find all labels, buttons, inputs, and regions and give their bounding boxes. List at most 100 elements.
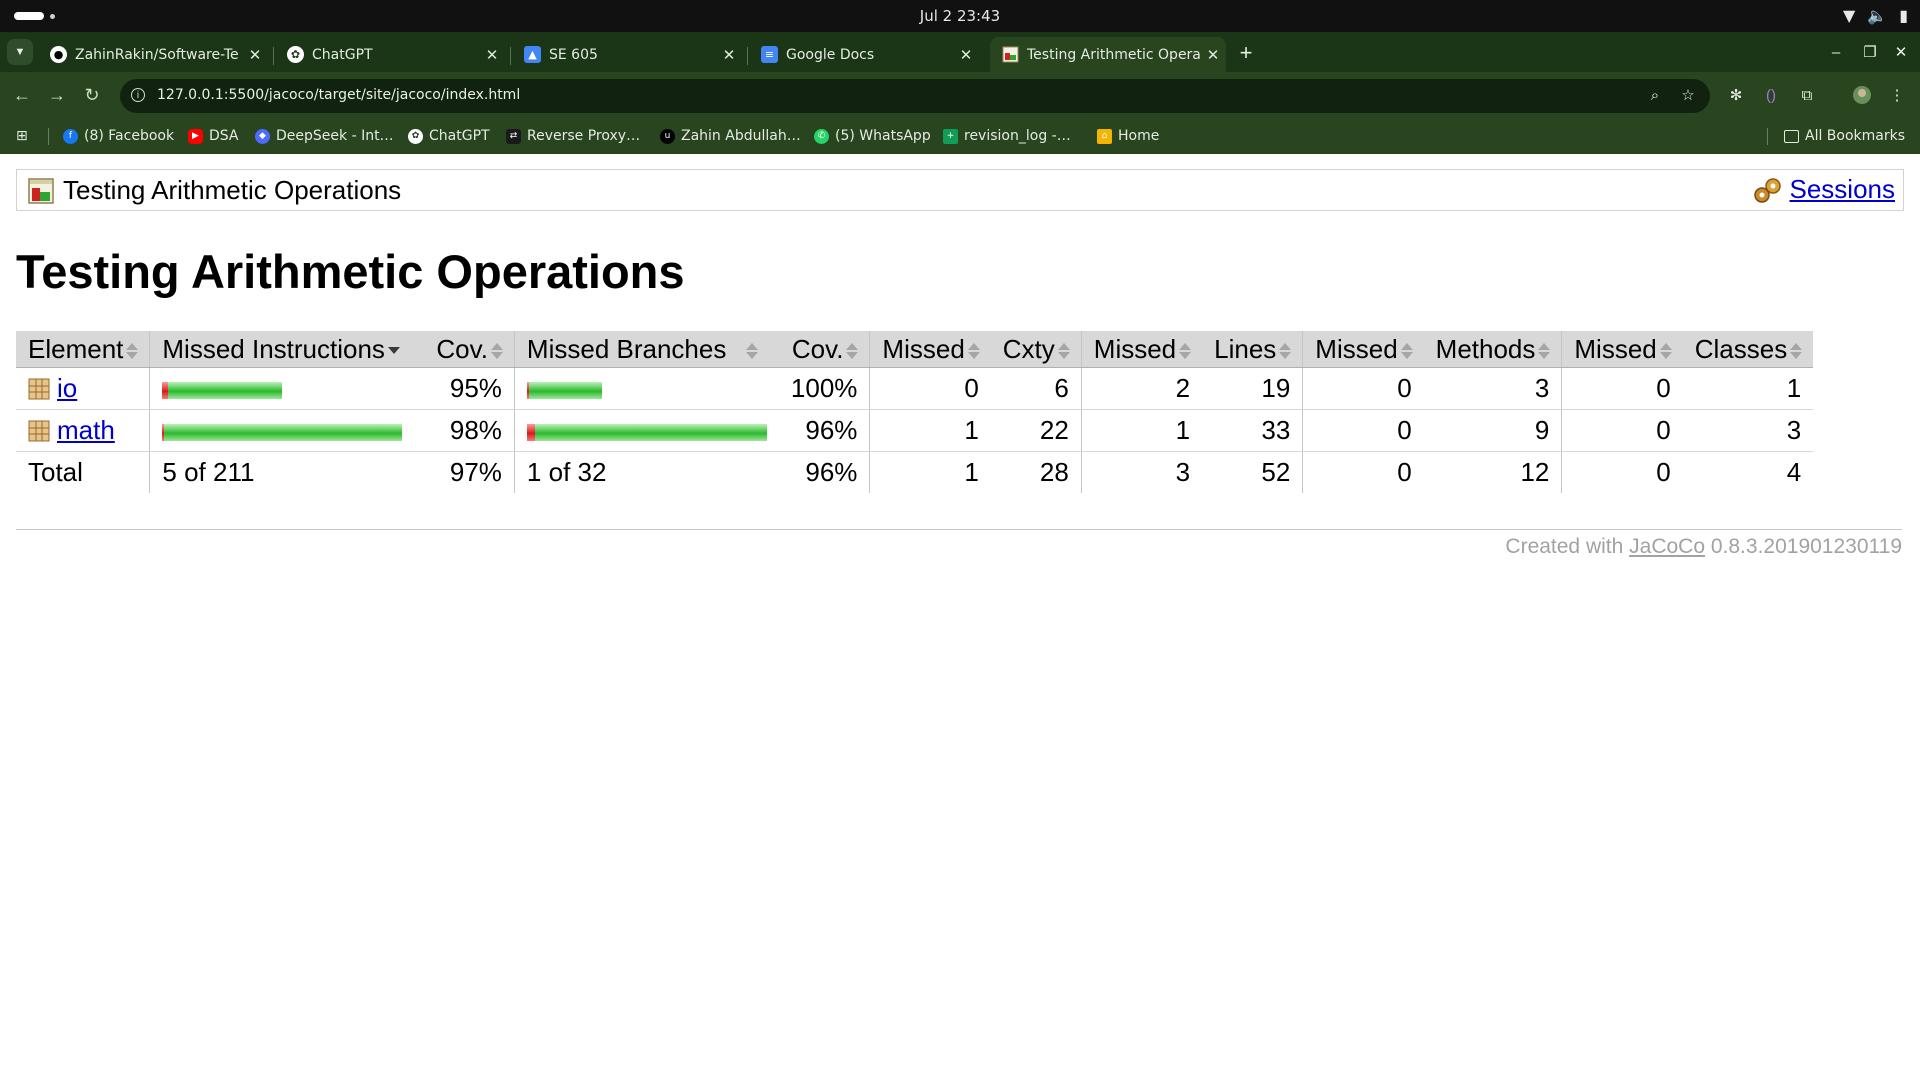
- tab-title: SE 605: [549, 46, 598, 63]
- youtube-icon: ▶: [188, 128, 203, 144]
- header-lines[interactable]: Lines: [1202, 331, 1303, 368]
- close-icon[interactable]: ✕: [479, 46, 505, 64]
- facebook-icon: f: [63, 128, 78, 144]
- profile-avatar[interactable]: [1851, 85, 1873, 107]
- bookmark-chatgpt[interactable]: ✿ ChatGPT: [408, 127, 490, 145]
- battery-icon[interactable]: ▮: [1899, 6, 1908, 25]
- cell-missed-methods: 0: [1302, 409, 1424, 452]
- wifi-icon[interactable]: ▼: [1843, 6, 1855, 25]
- close-icon[interactable]: ✕: [242, 46, 268, 64]
- package-link-io[interactable]: io: [57, 373, 77, 403]
- close-icon[interactable]: ✕: [1200, 46, 1226, 64]
- upwork-icon: u: [660, 128, 675, 144]
- bookmark-dsa[interactable]: ▶ DSA: [188, 127, 239, 145]
- bookmark-upwork[interactable]: u Zahin Abdullah…: [660, 127, 801, 145]
- covered-bar-segment: [528, 381, 602, 399]
- header-element[interactable]: Element: [16, 331, 150, 368]
- total-instructions: 5 of 211: [149, 451, 425, 493]
- extension-icon[interactable]: ✻: [1725, 85, 1747, 107]
- all-bookmarks-button[interactable]: All Bookmarks: [1784, 127, 1905, 145]
- header-missed-lines[interactable]: Missed: [1080, 331, 1203, 368]
- tab-github[interactable]: ● ZahinRakin/Software-Te ✕: [38, 37, 268, 72]
- bookmark-facebook[interactable]: f (8) Facebook: [63, 127, 174, 145]
- header-branch-coverage[interactable]: Cov.: [778, 331, 870, 368]
- bookmark-home[interactable]: ⌂ Home: [1097, 127, 1159, 145]
- package-icon: [28, 378, 50, 400]
- menu-kebab-icon[interactable]: ⋮: [1886, 85, 1908, 107]
- bookmark-label: (5) WhatsApp: [835, 128, 931, 144]
- close-icon[interactable]: ✕: [953, 46, 979, 64]
- tab-google-docs[interactable]: ≡ Google Docs ✕: [749, 37, 979, 72]
- tab-search-button[interactable]: ▼: [7, 39, 33, 65]
- maximize-button[interactable]: ❐: [1853, 37, 1887, 69]
- header-instruction-coverage[interactable]: Cov.: [424, 331, 515, 368]
- header-missed-complexity[interactable]: Missed: [869, 331, 991, 368]
- header-complexity[interactable]: Cxty: [990, 331, 1082, 368]
- tab-strip: ▼ ● ZahinRakin/Software-Te ✕ ✿ ChatGPT ✕…: [0, 32, 1920, 72]
- tab-se605[interactable]: ▲ SE 605 ✕: [512, 37, 742, 72]
- header-label: Lines: [1214, 333, 1277, 364]
- header-classes[interactable]: Classes: [1682, 331, 1814, 368]
- coverage-table: Element Missed Instructions Cov. Missed …: [16, 331, 1814, 493]
- breadcrumb-report: Testing Arithmetic Operations: [63, 175, 402, 205]
- zoom-icon[interactable]: ⌕: [1644, 85, 1666, 107]
- jacoco-link[interactable]: JaCoCo: [1629, 535, 1705, 558]
- header-label: Missed Instructions: [162, 333, 385, 364]
- header-missed-methods[interactable]: Missed: [1302, 331, 1424, 368]
- sort-icon: [490, 342, 503, 359]
- back-button[interactable]: ←: [7, 80, 37, 110]
- cell-branch-coverage: 96%: [778, 409, 870, 452]
- close-icon[interactable]: ✕: [716, 46, 742, 64]
- home-icon: ⌂: [1097, 128, 1112, 144]
- sort-icon: [126, 342, 139, 359]
- cell-complexity: 6: [990, 367, 1082, 410]
- github-icon: ●: [50, 46, 67, 63]
- close-icon: ✕: [1894, 44, 1908, 61]
- system-clock[interactable]: Jul 2 23:43: [0, 7, 1920, 25]
- reload-button[interactable]: ↻: [77, 80, 107, 110]
- tab-title: ZahinRakin/Software-Te: [75, 46, 239, 63]
- url-text[interactable]: 127.0.0.1:5500/jacoco/target/site/jacoco…: [157, 87, 520, 103]
- chevron-down-icon: ▼: [14, 46, 26, 58]
- system-tray[interactable]: ▼ 🔈 ▮: [1843, 6, 1908, 25]
- page-title: Testing Arithmetic Operations: [16, 245, 685, 298]
- sessions-link[interactable]: Sessions: [1790, 174, 1896, 205]
- bookmark-reverse-proxy[interactable]: ⇄ Reverse Proxy…: [506, 127, 640, 145]
- bookmark-star-icon[interactable]: ☆: [1677, 85, 1699, 107]
- header-missed-classes[interactable]: Missed: [1561, 331, 1683, 368]
- extension-brackets-icon[interactable]: (): [1760, 85, 1782, 107]
- volume-icon[interactable]: 🔈: [1867, 6, 1887, 25]
- header-label: Element: [28, 333, 124, 364]
- header-label: Cov.: [436, 333, 488, 364]
- cell-instruction-bar: [149, 367, 425, 410]
- report-icon: [28, 178, 54, 204]
- cell-branch-coverage: 100%: [778, 367, 870, 410]
- bookmark-whatsapp[interactable]: ✆ (5) WhatsApp: [814, 127, 931, 145]
- total-label: Total: [16, 451, 150, 493]
- covered-bar-segment: [168, 381, 283, 399]
- package-link-math[interactable]: math: [57, 415, 115, 445]
- extensions-puzzle-icon[interactable]: ⧉: [1796, 85, 1818, 107]
- bookmark-revision-log[interactable]: + revision_log -…: [943, 127, 1071, 145]
- bookmark-deepseek[interactable]: ◆ DeepSeek - Int…: [255, 127, 394, 145]
- tab-testing-arithmetic[interactable]: Testing Arithmetic Opera ✕: [990, 37, 1226, 72]
- tab-chatgpt[interactable]: ✿ ChatGPT ✕: [275, 37, 505, 72]
- header-missed-instructions[interactable]: Missed Instructions: [149, 331, 425, 368]
- os-top-bar: Jul 2 23:43 ▼ 🔈 ▮: [0, 0, 1920, 32]
- apps-grid-icon[interactable]: ⊞: [16, 127, 28, 145]
- total-missed-lines: 3: [1080, 451, 1203, 493]
- address-bar[interactable]: i 127.0.0.1:5500/jacoco/target/site/jaco…: [120, 79, 1710, 113]
- forward-button[interactable]: →: [42, 80, 72, 110]
- cell-instruction-bar: [149, 409, 425, 452]
- instruction-coverage-bar: [162, 381, 283, 399]
- tab-title: Testing Arithmetic Opera: [1027, 46, 1200, 63]
- cell-methods: 3: [1423, 367, 1562, 410]
- header-missed-branches[interactable]: Missed Branches: [513, 331, 779, 368]
- header-methods[interactable]: Methods: [1423, 331, 1562, 368]
- new-tab-button[interactable]: +: [1233, 37, 1259, 69]
- close-window-button[interactable]: ✕: [1884, 37, 1918, 69]
- header-label: Missed: [1093, 333, 1177, 364]
- arrow-left-icon: ←: [13, 85, 31, 105]
- site-info-icon[interactable]: i: [131, 88, 145, 102]
- minimize-button[interactable]: –: [1819, 37, 1853, 69]
